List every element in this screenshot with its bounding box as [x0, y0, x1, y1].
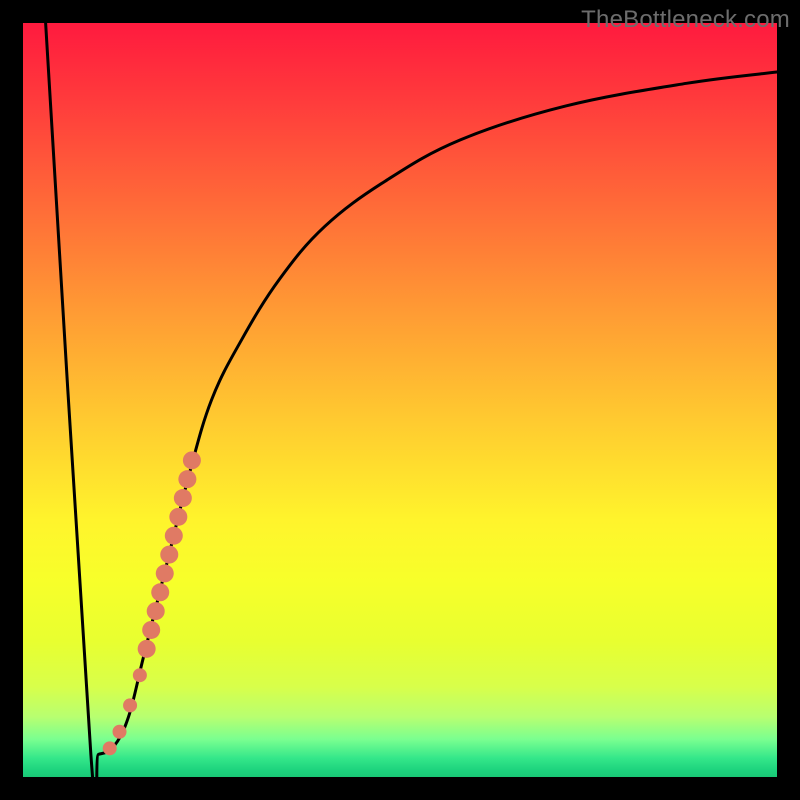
highlight-dot [147, 602, 165, 620]
highlight-dot [113, 725, 127, 739]
highlight-dot [165, 527, 183, 545]
highlight-dot [151, 583, 169, 601]
highlight-dot [174, 489, 192, 507]
highlight-dot [183, 451, 201, 469]
highlight-dots [103, 451, 201, 755]
watermark-label: TheBottleneck.com [581, 6, 790, 34]
highlight-dot [169, 508, 187, 526]
curve-path [46, 23, 777, 777]
highlight-dot [156, 564, 174, 582]
highlight-dot [138, 640, 156, 658]
plot-area [23, 23, 777, 777]
highlight-dot [103, 741, 117, 755]
highlight-dot [178, 470, 196, 488]
highlight-dot [160, 546, 178, 564]
highlight-dot [133, 668, 147, 682]
bottleneck-curve [46, 23, 777, 777]
chart-svg [23, 23, 777, 777]
chart-frame: TheBottleneck.com [0, 0, 800, 800]
highlight-dot [123, 698, 137, 712]
highlight-dot [142, 621, 160, 639]
